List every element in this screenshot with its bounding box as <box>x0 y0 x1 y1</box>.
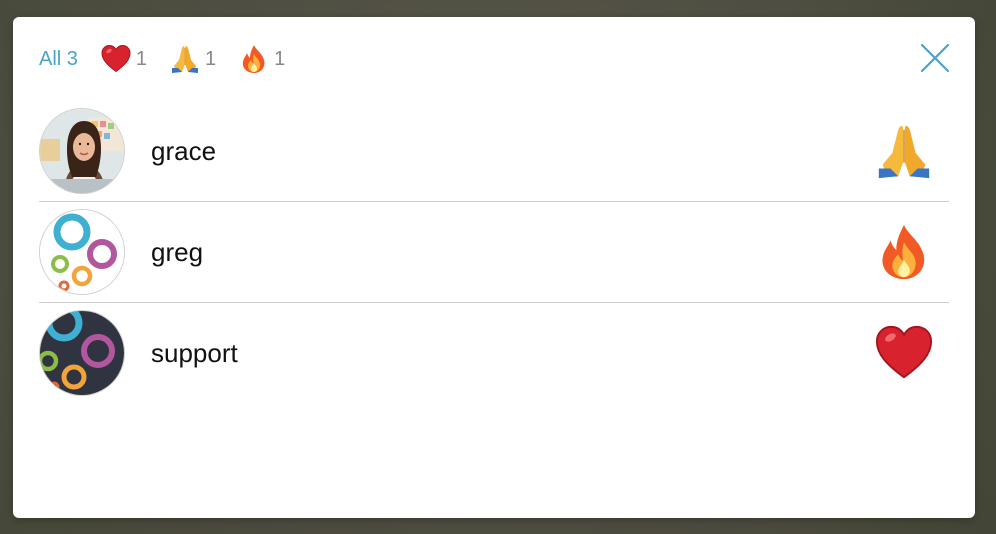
username: greg <box>151 236 204 267</box>
folded-hands-icon <box>169 43 201 75</box>
list-item: grace <box>39 101 949 202</box>
reactions-dialog: All 3 1 1 1 grace greg support <box>13 17 975 518</box>
tab-all[interactable]: All 3 <box>39 48 78 71</box>
tab-folded-hands[interactable]: 1 <box>169 43 216 75</box>
heart-icon <box>100 43 132 75</box>
fire-icon <box>873 221 935 283</box>
heart-icon <box>873 322 935 384</box>
tab-heart-count: 1 <box>135 47 148 70</box>
reaction-filter-tabs: All 3 1 1 1 <box>39 39 307 79</box>
fire-icon <box>238 43 270 75</box>
reaction-user-list: grace greg support <box>39 101 949 403</box>
close-icon <box>920 43 950 73</box>
folded-hands-icon <box>873 120 935 182</box>
tab-folded-hands-count: 1 <box>205 47 217 70</box>
username: support <box>151 337 238 368</box>
tab-all-label: All 3 <box>39 47 78 70</box>
photo-avatar <box>40 109 124 193</box>
tab-heart[interactable]: 1 <box>100 43 147 75</box>
avatar <box>39 310 125 396</box>
list-item: greg <box>39 202 949 303</box>
username: grace <box>151 135 217 166</box>
circles-avatar-light <box>40 210 124 294</box>
avatar <box>39 209 125 295</box>
list-item: support <box>39 303 949 403</box>
tab-fire-count: 1 <box>274 47 286 70</box>
close-button[interactable] <box>919 42 951 74</box>
avatar <box>39 108 125 194</box>
tab-fire[interactable]: 1 <box>238 43 285 75</box>
circles-avatar-dark <box>40 311 124 395</box>
